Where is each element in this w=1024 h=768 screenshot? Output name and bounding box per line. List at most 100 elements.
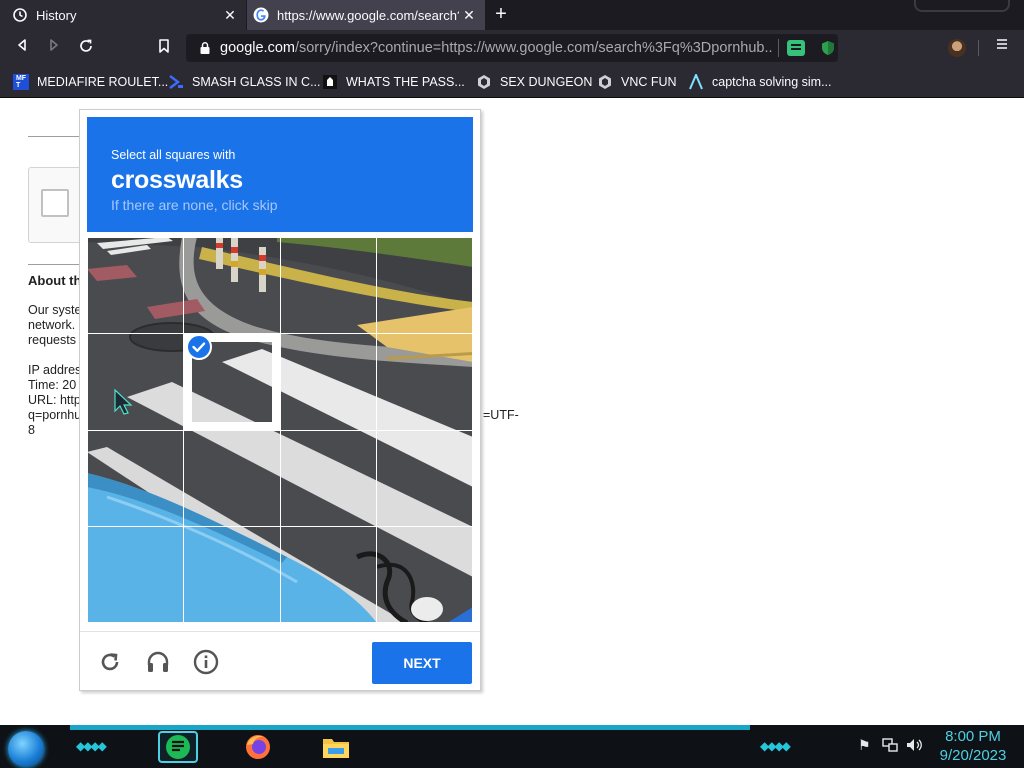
grid-tile[interactable] <box>280 333 377 431</box>
notes-app-icon <box>166 735 190 759</box>
url-text[interactable]: google.com/sorry/index?continue=https://… <box>220 40 772 56</box>
notes-extension-icon[interactable] <box>787 40 805 56</box>
profile-avatar[interactable] <box>948 39 966 57</box>
grid-tile[interactable] <box>280 430 377 527</box>
grid-tile[interactable] <box>87 237 184 334</box>
grid-tile[interactable] <box>280 237 377 334</box>
reload-button[interactable] <box>76 38 96 58</box>
bookmark-label: WHATS THE PASS... <box>346 75 465 89</box>
action-center-flag-icon[interactable]: ⚑ <box>858 737 871 754</box>
dungeon-icon <box>478 75 490 89</box>
reload-challenge-icon[interactable] <box>96 648 124 676</box>
challenge-header: Select all squares with crosswalks If th… <box>87 117 473 232</box>
url-line-tail: =UTF- <box>483 408 519 422</box>
grid-tile[interactable] <box>280 526 377 623</box>
close-tab-icon[interactable]: ✕ <box>220 7 240 24</box>
notes-app-button[interactable] <box>158 731 198 763</box>
grid-tile[interactable] <box>376 526 473 623</box>
taskbar-accent <box>70 725 750 730</box>
mouse-cursor-icon <box>114 388 133 415</box>
new-tab-button[interactable]: + <box>490 4 512 25</box>
app-menu-button[interactable] <box>992 37 1012 57</box>
firefox-button[interactable] <box>238 731 278 763</box>
bookmark-item[interactable]: MF T MEDIAFIRE ROULET... <box>13 71 168 93</box>
recaptcha-challenge: Select all squares with crosswalks If th… <box>79 109 481 691</box>
url-line: URL: http <box>28 393 81 407</box>
time-line: Time: 20 <box>28 378 77 392</box>
tab-label: History <box>36 7 77 23</box>
url-host: google.com <box>220 40 295 56</box>
audio-challenge-icon[interactable] <box>144 648 172 676</box>
image-grid <box>87 237 473 623</box>
grid-tile[interactable] <box>376 430 473 527</box>
bookmark-item[interactable]: SMASH GLASS IN C... <box>168 71 321 93</box>
smash-glass-icon <box>169 75 183 89</box>
grid-tile[interactable] <box>183 237 281 334</box>
google-icon <box>253 7 269 23</box>
start-button[interactable] <box>8 731 44 767</box>
close-tab-icon[interactable]: ✕ <box>459 7 479 24</box>
toolbar-separator <box>978 40 979 56</box>
navigation-bar: google.com/sorry/index?continue=https://… <box>0 30 1024 66</box>
shield-extension-icon[interactable] <box>821 40 835 56</box>
bookmark-item[interactable]: SEX DUNGEON <box>476 71 592 93</box>
back-arrow-icon <box>18 39 26 51</box>
grid-tile[interactable] <box>87 526 184 623</box>
bookmark-label: VNC FUN <box>621 75 677 89</box>
taskbar: ◆◆◆◆ ◆◆◆◆ ⚑ 8:00 PM 9/20/2023 <box>0 725 1024 768</box>
volume-icon[interactable] <box>905 737 923 753</box>
decor-chevrons: ◆◆◆◆ <box>76 739 107 753</box>
network-icon[interactable] <box>882 737 898 753</box>
bookmark-label: MEDIAFIRE ROULET... <box>37 75 169 89</box>
text-line: requests <box>28 333 76 347</box>
grid-tile[interactable] <box>183 526 281 623</box>
bookmark-icon <box>159 39 169 53</box>
bookmark-item[interactable]: VNC FUN <box>597 71 677 93</box>
decor-chevrons: ◆◆◆◆ <box>760 739 791 753</box>
about-heading: About th <box>28 273 82 288</box>
clock-date: 9/20/2023 <box>939 747 1007 764</box>
vnc-icon <box>599 75 611 89</box>
url-line: 8 <box>28 423 35 437</box>
system-clock[interactable]: 8:00 PM 9/20/2023 <box>928 727 1018 765</box>
lock-icon <box>200 42 210 54</box>
url-path: /sorry/index?continue=https://www.google… <box>294 40 772 56</box>
grid-tile[interactable] <box>87 430 184 527</box>
challenge-subtext: If there are none, click skip <box>111 197 278 213</box>
url-bar[interactable]: google.com/sorry/index?continue=https://… <box>186 34 838 62</box>
bookmark-item[interactable]: WHATS THE PASS... <box>322 71 465 93</box>
captcha-sim-icon <box>689 74 703 90</box>
url-line: q=pornhu <box>28 408 82 422</box>
text-line: Our syste <box>28 303 82 317</box>
challenge-footer: NEXT <box>80 631 480 691</box>
reload-icon <box>80 39 92 52</box>
tab-label: https://www.google.com/search?q <box>277 7 459 23</box>
ip-address-line: IP addres <box>28 363 82 377</box>
tab-google-search[interactable]: https://www.google.com/search?q ✕ <box>247 0 485 30</box>
file-explorer-icon <box>323 739 349 758</box>
password-icon <box>323 75 337 89</box>
info-icon[interactable] <box>192 648 220 676</box>
bookmark-label: SEX DUNGEON <box>500 75 593 89</box>
bookmark-item[interactable]: captcha solving sim... <box>688 71 832 93</box>
tab-history[interactable]: History ✕ <box>0 0 246 30</box>
bookmark-label: captcha solving sim... <box>712 75 832 89</box>
request-info: IP addres Time: 20 URL: http q=pornhu 8 <box>28 363 81 438</box>
history-icon <box>13 8 27 22</box>
firefox-icon <box>246 735 270 759</box>
challenge-prompt: Select all squares with <box>111 148 236 162</box>
back-button[interactable] <box>12 38 32 58</box>
selected-check-icon <box>186 334 212 360</box>
clock-time: 8:00 PM <box>945 728 1001 745</box>
forward-button[interactable] <box>44 38 64 58</box>
grid-tile[interactable] <box>183 430 281 527</box>
url-separator <box>778 39 779 57</box>
bookmark-label: SMASH GLASS IN C... <box>192 75 321 89</box>
file-explorer-button[interactable] <box>316 731 356 763</box>
recaptcha-checkbox[interactable] <box>41 189 69 217</box>
bookmark-page-button[interactable] <box>154 38 174 58</box>
grid-tile[interactable] <box>376 237 473 334</box>
next-button[interactable]: NEXT <box>372 642 472 684</box>
mediafire-icon: MF T <box>13 74 29 90</box>
grid-tile[interactable] <box>376 333 473 431</box>
